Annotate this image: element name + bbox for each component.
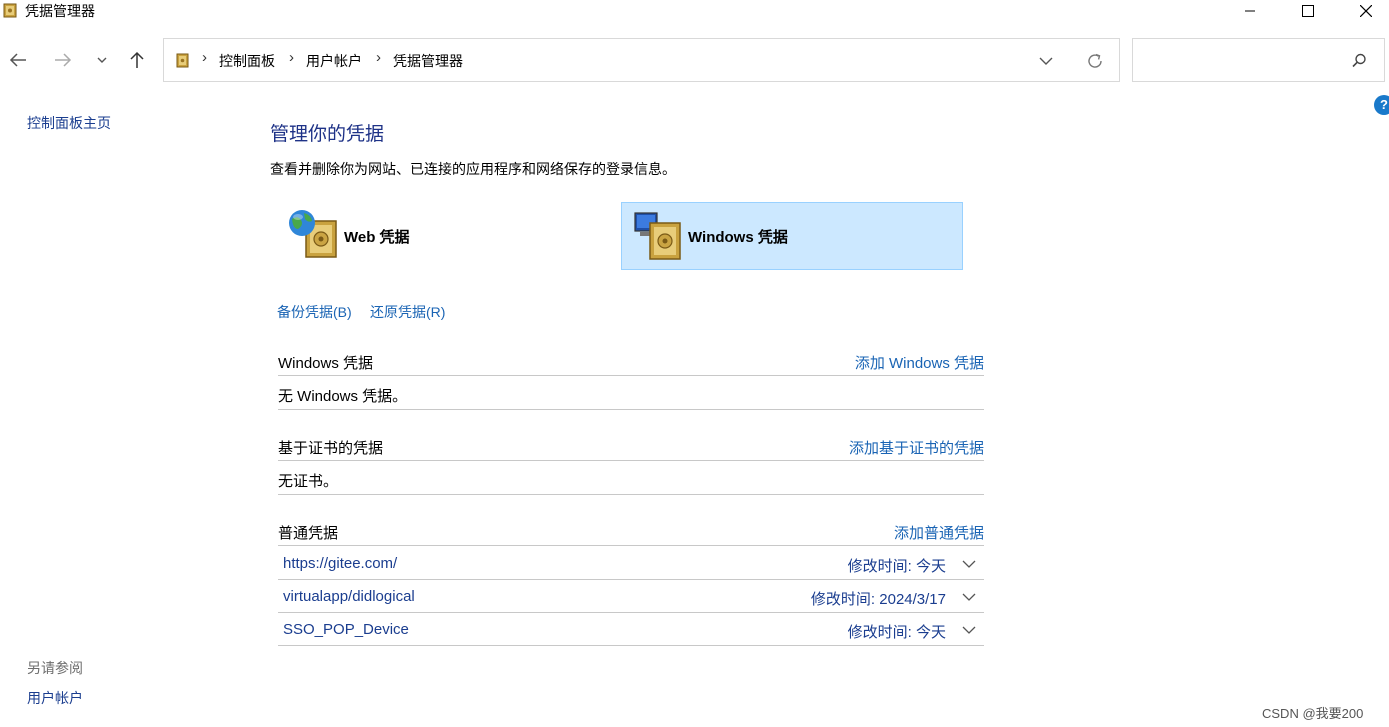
computer-vault-icon bbox=[634, 212, 681, 260]
back-button[interactable] bbox=[4, 46, 32, 74]
minimize-icon bbox=[1245, 10, 1255, 12]
credential-modified: 修改时间: 今天 bbox=[847, 558, 946, 575]
search-box[interactable] bbox=[1132, 38, 1385, 82]
add-certificate-credential-link[interactable]: 添加基于证书的凭据 bbox=[849, 437, 984, 458]
breadcrumb-separator: › bbox=[202, 49, 207, 66]
empty-message: 无证书。 bbox=[278, 473, 339, 490]
maximize-button[interactable] bbox=[1285, 0, 1331, 22]
arrow-up-icon bbox=[130, 51, 144, 68]
search-icon[interactable] bbox=[1350, 52, 1368, 70]
title-bar: 凭据管理器 bbox=[0, 0, 1389, 22]
breadcrumb-control-panel[interactable]: 控制面板 bbox=[219, 51, 275, 71]
certificate-credentials-empty: 无证书。 bbox=[278, 462, 984, 495]
page-description: 查看并删除你为网站、已连接的应用程序和网络保存的登录信息。 bbox=[270, 161, 676, 177]
help-button[interactable]: ? bbox=[1374, 95, 1389, 115]
maximize-icon bbox=[1302, 5, 1314, 17]
credential-row[interactable]: SSO_POP_Device 修改时间: 今天 bbox=[278, 613, 984, 646]
chevron-down-icon[interactable] bbox=[962, 590, 976, 604]
breadcrumb-user-accounts[interactable]: 用户帐户 bbox=[306, 51, 362, 71]
chevron-down-icon[interactable] bbox=[1038, 53, 1054, 69]
page-title: 管理你的凭据 bbox=[270, 124, 385, 145]
credential-name[interactable]: https://gitee.com/ bbox=[283, 555, 397, 572]
breadcrumb-credential-manager[interactable]: 凭据管理器 bbox=[393, 51, 463, 71]
minimize-button[interactable] bbox=[1227, 0, 1273, 22]
generic-credentials-section-header: 普通凭据 添加普通凭据 bbox=[278, 514, 984, 546]
section-title: 普通凭据 bbox=[278, 525, 339, 542]
credential-row[interactable]: virtualapp/didlogical 修改时间: 2024/3/17 bbox=[278, 580, 984, 613]
credential-row[interactable]: https://gitee.com/ 修改时间: 今天 bbox=[278, 547, 984, 580]
arrow-right-icon bbox=[55, 53, 72, 67]
credential-vault-icon bbox=[176, 53, 189, 68]
globe-vault-icon bbox=[289, 210, 337, 258]
certificate-credentials-section-header: 基于证书的凭据 添加基于证书的凭据 bbox=[278, 429, 984, 461]
see-also-heading: 另请参阅 bbox=[27, 660, 83, 676]
refresh-icon[interactable] bbox=[1085, 51, 1105, 71]
recent-locations-button[interactable] bbox=[88, 46, 116, 74]
credential-name[interactable]: virtualapp/didlogical bbox=[283, 588, 415, 605]
close-button[interactable] bbox=[1343, 0, 1389, 22]
forward-button[interactable] bbox=[49, 46, 77, 74]
windows-credentials-empty: 无 Windows 凭据。 bbox=[278, 377, 984, 410]
up-button[interactable] bbox=[123, 46, 151, 74]
web-credentials-tab[interactable]: Web 凭据 bbox=[278, 202, 620, 270]
watermark: CSDN @我要200 bbox=[1262, 706, 1364, 721]
add-generic-credential-link[interactable]: 添加普通凭据 bbox=[894, 522, 984, 543]
empty-message: 无 Windows 凭据。 bbox=[278, 388, 408, 405]
window-title: 凭据管理器 bbox=[25, 3, 95, 19]
user-accounts-link[interactable]: 用户帐户 bbox=[27, 688, 83, 708]
chevron-down-icon[interactable] bbox=[962, 557, 976, 571]
breadcrumb-separator: › bbox=[376, 49, 381, 66]
credential-name[interactable]: SSO_POP_Device bbox=[283, 621, 409, 638]
chevron-down-icon bbox=[97, 57, 107, 63]
control-panel-home-link[interactable]: 控制面板主页 bbox=[27, 113, 111, 133]
close-icon bbox=[1360, 5, 1372, 17]
section-title: 基于证书的凭据 bbox=[278, 440, 384, 457]
web-credentials-label: Web 凭据 bbox=[344, 228, 410, 246]
windows-credentials-tab[interactable]: Windows 凭据 bbox=[621, 202, 963, 270]
credential-vault-icon bbox=[3, 3, 17, 18]
arrow-left-icon bbox=[9, 53, 26, 67]
chevron-down-icon[interactable] bbox=[962, 623, 976, 637]
windows-credentials-label: Windows 凭据 bbox=[688, 228, 788, 246]
add-windows-credential-link[interactable]: 添加 Windows 凭据 bbox=[855, 352, 984, 373]
section-title: Windows 凭据 bbox=[278, 355, 374, 372]
search-input[interactable] bbox=[1143, 51, 1333, 71]
windows-credentials-section-header: Windows 凭据 添加 Windows 凭据 bbox=[278, 344, 984, 376]
credential-modified: 修改时间: 今天 bbox=[847, 624, 946, 641]
breadcrumb-separator: › bbox=[289, 49, 294, 66]
address-bar[interactable]: › 控制面板 › 用户帐户 › 凭据管理器 bbox=[163, 38, 1120, 82]
restore-credentials-link[interactable]: 还原凭据(R) bbox=[370, 302, 445, 322]
backup-credentials-link[interactable]: 备份凭据(B) bbox=[277, 302, 352, 322]
credential-modified: 修改时间: 2024/3/17 bbox=[810, 591, 946, 608]
